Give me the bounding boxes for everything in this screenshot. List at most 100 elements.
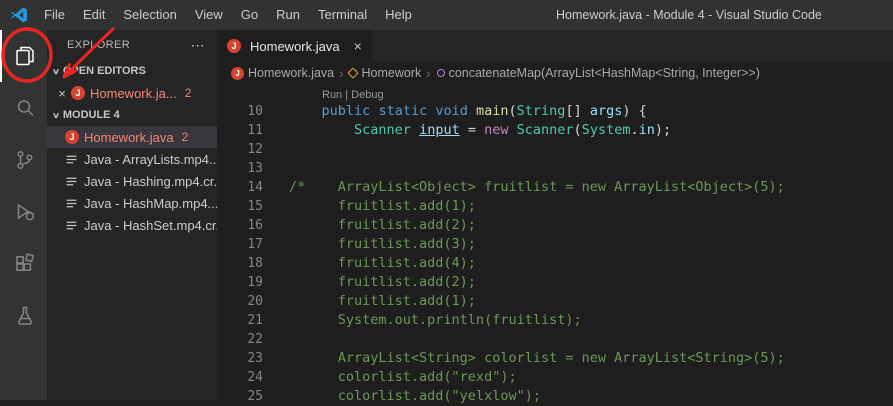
activity-bar-testing[interactable]	[0, 290, 47, 342]
file-label: Java - HashSet.mp4.cr...	[84, 217, 217, 233]
code-line-10[interactable]: 10 public static void main(String[] args…	[217, 102, 893, 121]
code-line-23[interactable]: 23 ArrayList<String> colorlist = new Arr…	[217, 349, 893, 368]
code-line-19[interactable]: 19 fruitlist.add(2);	[217, 273, 893, 292]
file-label: Java - HashMap.mp4...	[84, 195, 217, 211]
close-icon[interactable]: ×	[55, 86, 69, 101]
code-line-22[interactable]: 22	[217, 330, 893, 349]
sidebar-title: EXPLORER	[67, 39, 131, 51]
line-number: 12	[247, 142, 263, 157]
file-list-icon	[65, 153, 78, 166]
file-label: Homework.ja...	[90, 85, 177, 101]
method-symbol-icon	[434, 67, 447, 79]
file-label: Homework.java	[84, 129, 174, 145]
line-number: 15	[247, 199, 263, 214]
title-bar: File Edit Selection View Go Run Terminal Help H…	[0, 0, 893, 30]
file-item-java-hashmap-mp4[interactable]: Java - HashMap.mp4...	[47, 192, 217, 214]
menu-edit[interactable]: Edit	[74, 0, 114, 30]
menu-selection[interactable]: Selection	[114, 0, 185, 30]
section-module-4[interactable]: ∨ MODULE 4	[47, 104, 217, 126]
codelens-run-debug[interactable]: Run | Debug	[322, 89, 384, 101]
line-number: 13	[247, 161, 263, 176]
close-icon[interactable]: ×	[354, 38, 362, 54]
line-number: 24	[247, 370, 263, 385]
codelens-line[interactable]: Run | Debug	[217, 87, 893, 102]
activity-bar-extensions[interactable]	[0, 238, 47, 290]
source-control-icon	[16, 150, 33, 170]
search-icon	[17, 100, 34, 117]
file-list-icon	[65, 197, 78, 210]
problems-badge: 2	[184, 86, 192, 100]
code-line-15[interactable]: 15 fruitlist.add(1);	[217, 197, 893, 216]
section-open-editors[interactable]: ∨ OPEN EDITORS	[47, 60, 217, 82]
line-number: 14	[247, 180, 263, 195]
line-number: 11	[247, 123, 263, 138]
code-line-24[interactable]: 24 colorlist.add("rexd");	[217, 368, 893, 387]
breadcrumb-item-homework[interactable]: Homework	[347, 66, 421, 80]
menu-go[interactable]: Go	[232, 0, 267, 30]
menu-bar: File Edit Selection View Go Run Terminal Help	[35, 0, 421, 30]
code-line-11[interactable]: 11 Scanner input = new Scanner(System.in…	[217, 121, 893, 140]
java-file-icon: J	[227, 39, 241, 53]
file-item-java-arraylists-mp4[interactable]: Java - ArrayLists.mp4...	[47, 148, 217, 170]
line-number: 17	[247, 237, 263, 252]
code-line-25[interactable]: 25 colorlist.add("yelxlow");	[217, 387, 893, 406]
chevron-down-icon: ∨	[51, 110, 61, 120]
window-title: Homework.java - Module 4 - Visual Studio…	[556, 8, 822, 22]
breadcrumb: J Homework.java › Homework › concatenateMap(A…	[217, 62, 893, 84]
sidebar-sections: ∨ OPEN EDITORS × J Homework.ja... 2 ∨ MODULE 4J…	[47, 60, 217, 236]
breadcrumb-item-homework-java[interactable]: J Homework.java	[231, 66, 334, 80]
tab-homework-java[interactable]: J Homework.java ×	[217, 30, 372, 62]
file-item-java-hashing-mp4-cr[interactable]: Java - Hashing.mp4.cr...	[47, 170, 217, 192]
java-file-icon: J	[231, 66, 244, 80]
extensions-icon	[15, 253, 34, 271]
file-item-homework-ja[interactable]: × J Homework.ja... 2	[47, 82, 217, 104]
file-label: Java - Hashing.mp4.cr...	[84, 173, 217, 189]
code-line-14[interactable]: 14/* ArrayList<Object> fruitlist = new A…	[217, 178, 893, 197]
menu-file[interactable]: File	[35, 0, 74, 30]
code-line-20[interactable]: 20 fruitlist.add(1);	[217, 292, 893, 311]
activity-bar-search[interactable]	[0, 82, 47, 134]
line-number: 18	[247, 256, 263, 271]
line-number: 21	[247, 313, 263, 328]
menu-terminal[interactable]: Terminal	[309, 0, 376, 30]
java-file-icon: J	[65, 130, 79, 144]
activity-bar	[0, 30, 47, 400]
menu-view[interactable]: View	[186, 0, 232, 30]
line-number: 20	[247, 294, 263, 309]
code-line-17[interactable]: 17 fruitlist.add(3);	[217, 235, 893, 254]
run-debug-icon	[17, 203, 34, 221]
file-item-homework-java[interactable]: J Homework.java 2	[47, 126, 217, 148]
code-line-21[interactable]: 21 System.out.println(fruitlist);	[217, 311, 893, 330]
line-number: 23	[247, 351, 263, 366]
activity-bar-explorer[interactable]	[0, 30, 47, 82]
line-number: 19	[247, 275, 263, 290]
code-line-13[interactable]: 13	[217, 159, 893, 178]
files-icon	[15, 46, 34, 66]
more-actions-icon[interactable]: ⋯	[191, 37, 205, 54]
file-item-java-hashset-mp4-cr[interactable]: Java - HashSet.mp4.cr...	[47, 214, 217, 236]
vscode-logo-icon	[11, 7, 27, 23]
sidebar-header: EXPLORER ⋯	[47, 30, 217, 60]
code-line-16[interactable]: 16 fruitlist.add(2);	[217, 216, 893, 235]
menu-run[interactable]: Run	[267, 0, 309, 30]
code-line-12[interactable]: 12	[217, 140, 893, 159]
menu-help[interactable]: Help	[376, 0, 421, 30]
problems-badge: 2	[181, 130, 189, 144]
file-label: Java - ArrayLists.mp4...	[84, 151, 217, 167]
sidebar: EXPLORER ⋯ ∨ OPEN EDITORS × J Homework.ja...…	[47, 30, 217, 400]
file-list-icon	[65, 175, 78, 188]
breadcrumb-separator-icon: ›	[426, 65, 431, 81]
line-number: 25	[247, 389, 263, 404]
java-file-icon: J	[71, 86, 85, 100]
activity-bar-run-debug[interactable]	[0, 186, 47, 238]
code-line-18[interactable]: 18 fruitlist.add(4);	[217, 254, 893, 273]
breadcrumb-separator-icon: ›	[339, 65, 344, 81]
breadcrumb-item-concatenatemap-arraylist-has[interactable]: concatenateMap(ArrayList<HashMap<String,…	[434, 66, 760, 80]
editor-area: J Homework.java × J Homework.java › Homewor…	[217, 30, 893, 404]
activity-bar-source-control[interactable]	[0, 134, 47, 186]
tab-label: Homework.java	[250, 38, 340, 54]
code-lines[interactable]: Run | Debug 10 public static void main(St…	[217, 84, 893, 406]
tab-bar: J Homework.java ×	[217, 30, 893, 62]
line-number: 22	[247, 332, 263, 347]
beaker-icon	[17, 306, 32, 325]
